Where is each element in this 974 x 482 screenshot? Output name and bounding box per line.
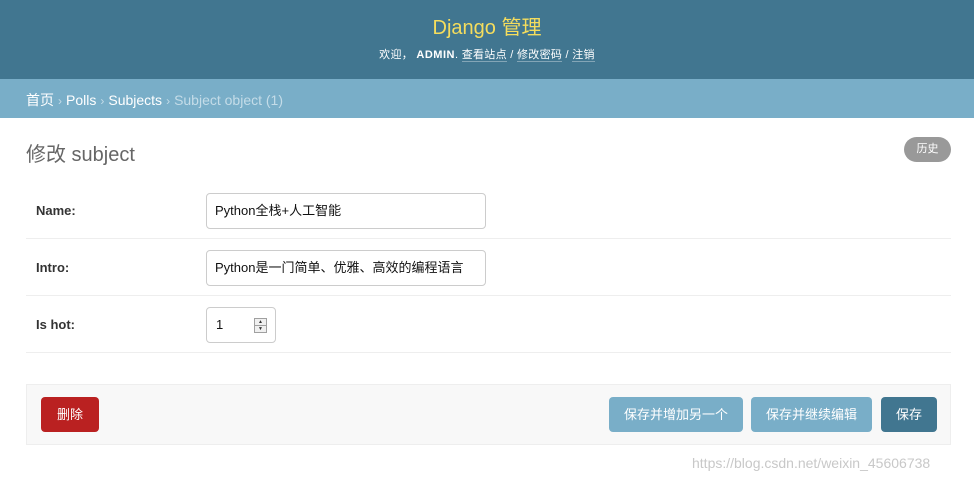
header: Django 管理 欢迎， admin. 查看站点 / 修改密码 / 注销 xyxy=(0,0,974,79)
breadcrumb: 首页 › Polls › Subjects › Subject object (1) xyxy=(0,79,974,118)
spinner-up-icon[interactable]: ▲ xyxy=(255,319,266,326)
user-tools: 欢迎， admin. 查看站点 / 修改密码 / 注销 xyxy=(0,46,974,62)
username-suffix: . xyxy=(454,49,459,61)
welcome-text: 欢迎， xyxy=(379,49,414,61)
intro-label: Intro: xyxy=(36,260,70,275)
separator: / xyxy=(510,49,514,61)
breadcrumb-separator: › xyxy=(100,94,105,108)
breadcrumb-home[interactable]: 首页 xyxy=(26,92,54,108)
is-hot-value: 1 xyxy=(216,317,224,332)
save-button[interactable]: 保存 xyxy=(881,397,937,432)
submit-row: 删除 保存并增加另一个 保存并继续编辑 保存 xyxy=(26,384,951,445)
name-label: Name: xyxy=(36,203,76,218)
intro-input[interactable]: Python是一门简单、优雅、高效的编程语言 xyxy=(206,250,486,286)
breadcrumb-model[interactable]: Subjects xyxy=(108,92,162,108)
breadcrumb-app[interactable]: Polls xyxy=(66,92,96,108)
spinner-down-icon[interactable]: ▼ xyxy=(255,326,266,332)
history-button[interactable]: 历史 xyxy=(904,137,951,162)
form-row-intro: Intro: Python是一门简单、优雅、高效的编程语言 xyxy=(26,239,951,296)
breadcrumb-separator: › xyxy=(166,94,171,108)
username: admin xyxy=(416,49,455,61)
form-row-is-hot: Is hot: 1 ▲ ▼ xyxy=(26,296,951,353)
breadcrumb-current: Subject object (1) xyxy=(174,92,284,108)
change-password-link[interactable]: 修改密码 xyxy=(516,49,563,62)
logout-link[interactable]: 注销 xyxy=(572,49,595,62)
form-row-name: Name: Python全栈+人工智能 xyxy=(26,182,951,239)
breadcrumb-separator: › xyxy=(58,94,62,108)
watermark: https://blog.csdn.net/weixin_45606738 xyxy=(692,455,931,471)
site-name[interactable]: Django 管理 xyxy=(0,11,974,40)
page-title: 修改 subject xyxy=(26,144,135,166)
number-spinner[interactable]: ▲ ▼ xyxy=(254,318,267,333)
save-and-continue-button[interactable]: 保存并继续编辑 xyxy=(751,397,872,432)
is-hot-label: Is hot: xyxy=(36,317,75,332)
save-and-add-another-button[interactable]: 保存并增加另一个 xyxy=(609,397,743,432)
is-hot-input[interactable]: 1 ▲ ▼ xyxy=(206,307,276,343)
view-site-link[interactable]: 查看站点 xyxy=(461,49,507,62)
separator: / xyxy=(565,49,569,61)
delete-button[interactable]: 删除 xyxy=(41,397,99,432)
name-input[interactable]: Python全栈+人工智能 xyxy=(206,193,486,229)
